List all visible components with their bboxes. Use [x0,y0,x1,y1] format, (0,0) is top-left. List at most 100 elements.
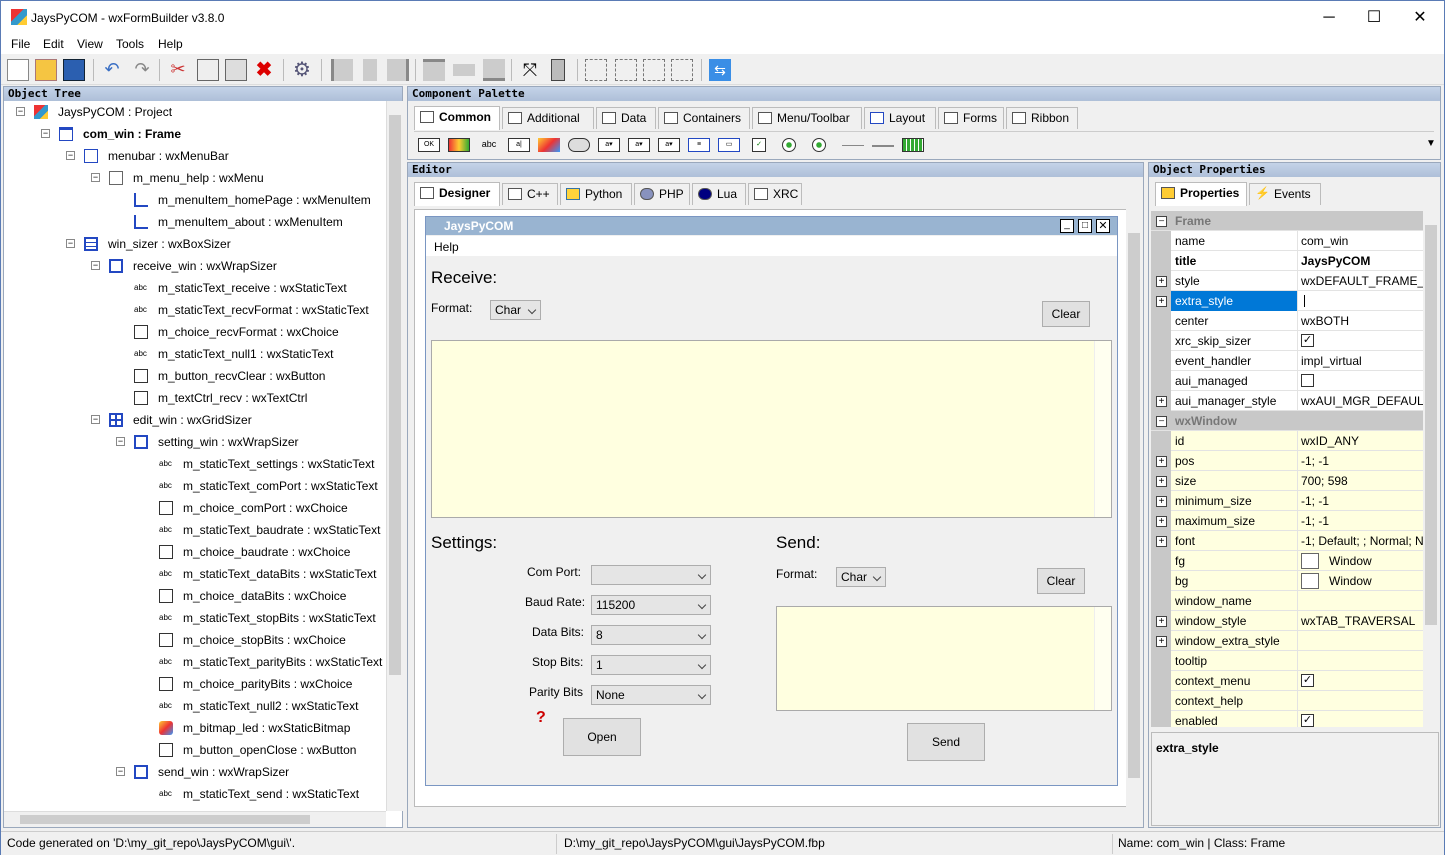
tree-item[interactable]: − JaysPyCOM : Project [4,101,387,123]
minimize-button[interactable]: ─ [1306,1,1352,34]
expand-icon[interactable]: + [1156,456,1167,467]
tree-expander-icon[interactable]: − [91,261,100,270]
wxtextctrl-icon[interactable]: a| [508,138,530,152]
property-row[interactable]: + pos -1; -1 [1151,451,1423,471]
tree-expander-icon[interactable]: − [91,173,100,182]
wxstaticbitmap-icon[interactable] [538,138,560,152]
property-value[interactable]: -1; -1 [1301,511,1423,531]
tree-expander-icon[interactable]: − [116,437,125,446]
tree-expander-icon[interactable]: − [41,129,50,138]
copy-icon[interactable] [197,59,219,81]
align-bottom-icon[interactable] [483,59,505,81]
wxradiobox-icon[interactable]: ▭ [718,138,740,152]
expand-icon[interactable]: + [1156,516,1167,527]
tab-ribbon[interactable]: Ribbon [1006,107,1078,129]
close-button[interactable]: ✕ [1397,1,1443,34]
tree-item[interactable]: abc m_staticText_send : wxStaticText [4,783,387,805]
property-value[interactable]: wxDEFAULT_FRAME_ST [1301,271,1423,291]
property-row[interactable]: bg Window [1151,571,1423,591]
expand-icon[interactable]: + [1156,396,1167,407]
tree-item[interactable]: m_menuItem_about : wxMenuItem [4,211,387,233]
tree-item[interactable]: abc m_staticText_baudrate : wxStaticText [4,519,387,541]
expand-icon[interactable]: + [1156,476,1167,487]
property-value[interactable]: impl_virtual [1301,351,1423,371]
property-value[interactable]: 700; 598 [1301,471,1423,491]
tree-item[interactable]: abc m_staticText_comPort : wxStaticText [4,475,387,497]
open-close-button[interactable]: Open [563,718,641,756]
property-grid-scrollbar[interactable] [1423,211,1440,727]
recv-textctrl[interactable] [431,340,1112,518]
menu-file[interactable]: File [11,37,30,51]
com-port-choice[interactable] [591,565,711,585]
tree-scrollbar-thumb[interactable] [389,115,401,675]
delete-icon[interactable]: ✖ [253,59,275,81]
stop-bits-choice[interactable]: 1 [591,655,711,675]
tree-expander-icon[interactable]: − [91,415,100,424]
frame-menu-help[interactable]: Help [434,240,459,254]
property-row[interactable]: title JaysPyCOM [1151,251,1423,271]
property-row[interactable]: enabled ✓ [1151,711,1423,727]
expand-icon[interactable]: + [1156,276,1167,287]
property-value[interactable]: wxAUI_MGR_DEFAULT [1301,391,1423,411]
tab-containers[interactable]: Containers [658,107,750,129]
menu-tools[interactable]: Tools [116,37,144,51]
property-value[interactable]: wxTAB_TRAVERSAL [1301,611,1423,631]
tree-expander-icon[interactable]: − [66,239,75,248]
property-value[interactable]: wxBOTH [1301,311,1423,331]
property-row[interactable]: + minimum_size -1; -1 [1151,491,1423,511]
property-checkbox[interactable]: ✓ [1301,714,1314,727]
tab-additional[interactable]: Additional [502,107,594,129]
property-row[interactable]: + aui_manager_style wxAUI_MGR_DEFAULT [1151,391,1423,411]
align-right-icon[interactable] [387,59,409,81]
property-row[interactable]: fg Window [1151,551,1423,571]
property-value[interactable]: wxID_ANY [1301,431,1423,451]
tree-horizontal-scrollbar[interactable] [4,811,386,827]
wxradiobutton2-icon[interactable] [812,138,826,152]
wxcheckbox-icon[interactable]: ✓ [752,138,766,152]
wxcheckbox-list-icon[interactable]: ≡ [688,138,710,152]
tree-hscroll-thumb[interactable] [20,815,310,824]
tree-item[interactable]: abc m_staticText_receive : wxStaticText [4,277,387,299]
wxlistctrl-icon[interactable]: a▾ [658,138,680,152]
tree-expander-icon[interactable]: − [116,767,125,776]
property-row[interactable]: center wxBOTH [1151,311,1423,331]
tree-item[interactable]: m_choice_parityBits : wxChoice [4,673,387,695]
send-button[interactable]: Send [907,723,985,761]
expand-icon[interactable]: + [1156,616,1167,627]
maximize-button[interactable]: ☐ [1351,1,1397,34]
tree-item[interactable]: abc m_staticText_settings : wxStaticText [4,453,387,475]
tree-item[interactable]: m_choice_stopBits : wxChoice [4,629,387,651]
tab-php[interactable]: PHP [634,183,690,205]
editor-scrollbar-thumb[interactable] [1128,233,1140,778]
generate-code-gear-icon[interactable]: ⚙ [291,59,313,81]
property-category[interactable]: − wxWindow [1151,411,1423,431]
property-value[interactable]: -1; -1 [1301,451,1423,471]
property-row[interactable]: + window_extra_style [1151,631,1423,651]
align-left-icon[interactable] [331,59,353,81]
tree-vertical-scrollbar[interactable] [386,101,403,811]
wxlistbox-icon[interactable]: a▾ [628,138,650,152]
send-format-choice[interactable]: Char [836,567,886,587]
paste-icon[interactable] [225,59,247,81]
border-right-icon[interactable] [671,59,693,81]
parity-bits-choice[interactable]: None [591,685,711,705]
property-value[interactable]: JaysPyCOM [1301,251,1423,271]
swap-orientation-icon[interactable]: ⇆ [709,59,731,81]
recv-clear-button[interactable]: Clear [1042,301,1090,327]
tree-item[interactable]: abc m_staticText_null1 : wxStaticText [4,343,387,365]
recv-textctrl-scrollbar[interactable] [1094,341,1111,517]
menu-edit[interactable]: Edit [43,37,64,51]
tree-item[interactable]: − win_sizer : wxBoxSizer [4,233,387,255]
wxstatictext-icon[interactable]: abc [478,138,500,152]
property-row[interactable]: + font -1; Default; ; Normal; N [1151,531,1423,551]
tree-item[interactable]: m_bitmap_led : wxStaticBitmap [4,717,387,739]
wxgauge-icon[interactable] [902,138,924,152]
tree-item[interactable]: − m_menu_help : wxMenu [4,167,387,189]
property-row[interactable]: tooltip [1151,651,1423,671]
tree-item[interactable]: − send_win : wxWrapSizer [4,761,387,783]
tab-data[interactable]: Data [596,107,656,129]
tab-lua[interactable]: Lua [692,183,746,205]
data-bits-choice[interactable]: 8 [591,625,711,645]
property-row[interactable]: + maximum_size -1; -1 [1151,511,1423,531]
expand-icon[interactable]: + [1156,636,1167,647]
